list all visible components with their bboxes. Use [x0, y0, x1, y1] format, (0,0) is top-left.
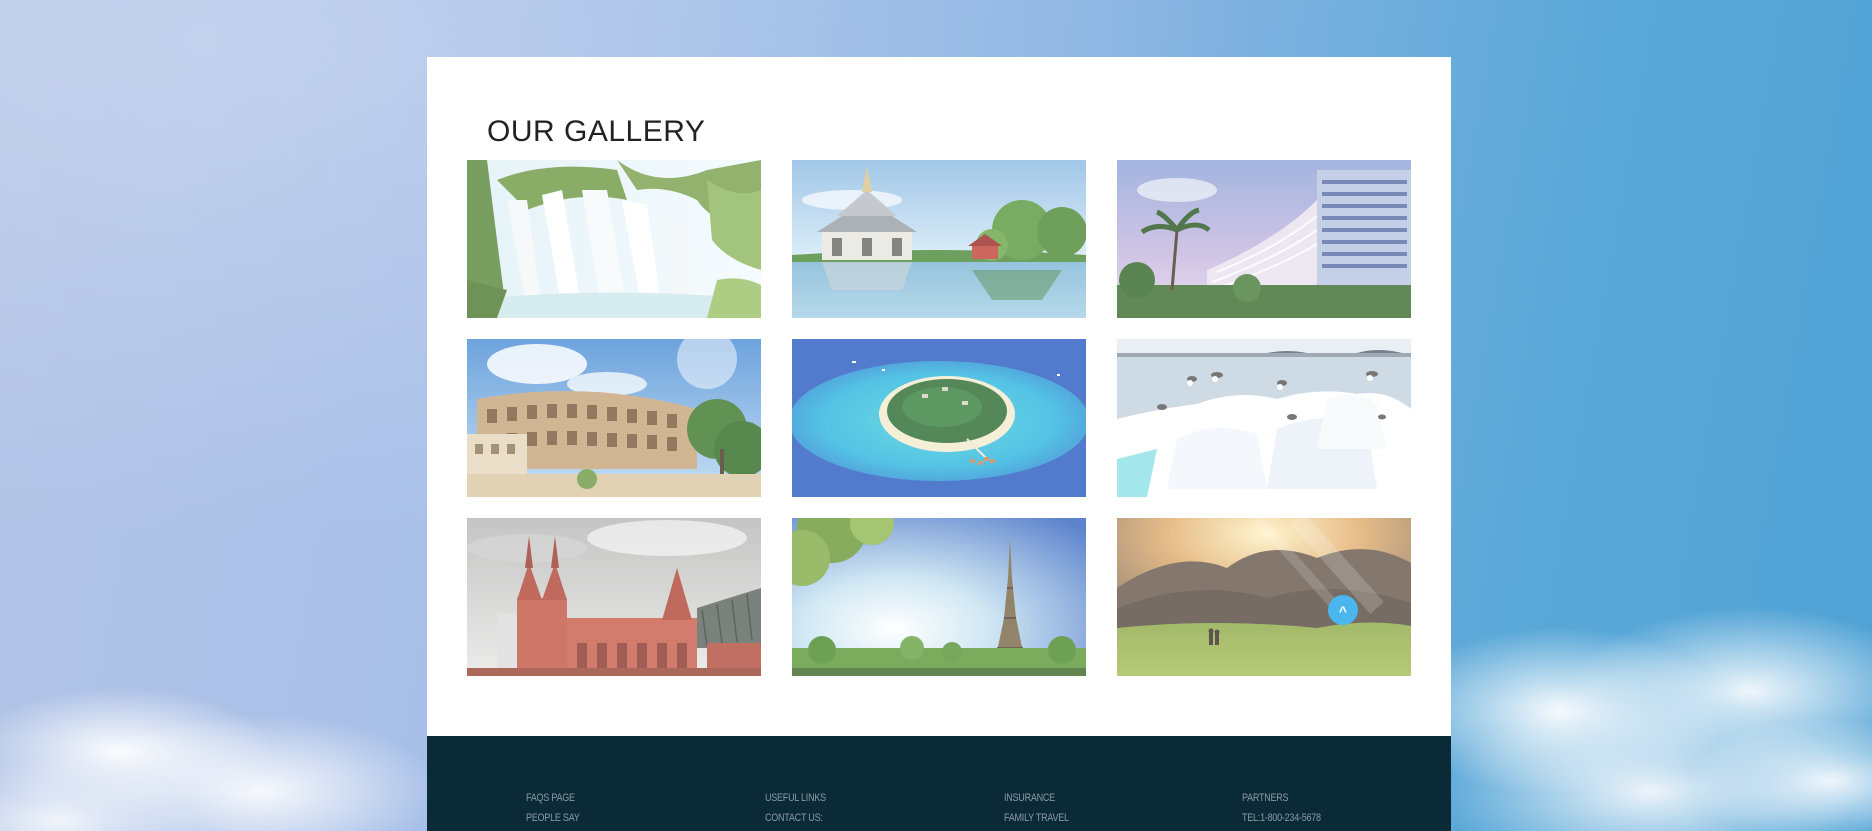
footer-column-2: USEFUL LINKS CONTACT US: — [765, 788, 826, 828]
footer-link-useful-links[interactable]: USEFUL LINKS — [765, 788, 826, 808]
footer-phone[interactable]: TEL:1-800-234-5678 — [1242, 808, 1321, 828]
scroll-to-top-button[interactable]: ^ — [1328, 595, 1358, 625]
footer: FAQS PAGE PEOPLE SAY USEFUL LINKS CONTAC… — [427, 736, 1451, 831]
footer-link-contact-us[interactable]: CONTACT US: — [765, 808, 826, 828]
gallery-title: OUR GALLERY — [487, 115, 706, 148]
footer-link-partners[interactable]: PARTNERS — [1242, 788, 1321, 808]
footer-column-1: FAQS PAGE PEOPLE SAY — [526, 788, 580, 828]
gallery-image-waterfall[interactable] — [467, 160, 761, 318]
gallery-panel: OUR GALLERY — [427, 57, 1451, 736]
footer-link-insurance[interactable]: INSURANCE — [1004, 788, 1069, 808]
gallery-image-eiffel-tower[interactable] — [792, 518, 1086, 676]
gallery-grid — [467, 160, 1411, 676]
footer-link-family-travel[interactable]: FAMILY TRAVEL — [1004, 808, 1069, 828]
footer-column-4: PARTNERS TEL:1-800-234-5678 — [1242, 788, 1321, 828]
gallery-image-resort-hotel[interactable] — [1117, 160, 1411, 318]
footer-column-3: INSURANCE FAMILY TRAVEL — [1004, 788, 1069, 828]
gallery-image-icebergs-seagulls[interactable] — [1117, 339, 1411, 497]
gallery-image-tropical-island[interactable] — [792, 339, 1086, 497]
gallery-image-thai-temple[interactable] — [792, 160, 1086, 318]
gallery-image-mountain-valley[interactable] — [1117, 518, 1411, 676]
footer-link-faqs-page[interactable]: FAQS PAGE — [526, 788, 580, 808]
gallery-image-colosseum[interactable] — [467, 339, 761, 497]
footer-link-people-say[interactable]: PEOPLE SAY — [526, 808, 580, 828]
gallery-image-red-castle-bridge[interactable] — [467, 518, 761, 676]
